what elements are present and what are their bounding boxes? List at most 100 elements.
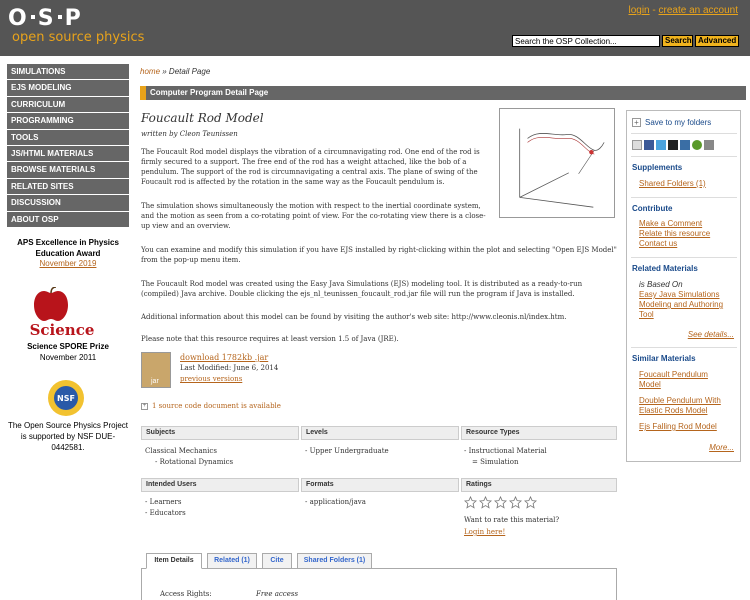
description-paragraph-5: Additional information about this model … [141, 313, 567, 321]
resource-author: written by Cleon Teunissen [141, 130, 238, 138]
aps-award-title: APS Excellence in Physics Education Awar… [17, 238, 119, 258]
related-materials-heading: Related Materials [632, 264, 698, 273]
see-details-link[interactable]: See details... [688, 330, 734, 339]
breadcrumb: home » Detail Page [140, 67, 210, 76]
nav-item-simulations[interactable]: SIMULATIONS [7, 64, 129, 81]
nav-item-programming[interactable]: PROGRAMMING [7, 113, 129, 130]
resource-type-item[interactable]: - Instructional Material [464, 446, 547, 456]
contact-us-link[interactable]: Contact us [639, 239, 677, 249]
tab-item-details[interactable]: Item Details [146, 553, 202, 569]
nav-item-discussion[interactable]: DISCUSSION [7, 195, 129, 212]
level-item[interactable]: - Upper Undergraduate [305, 446, 389, 456]
nav-item-curriculum[interactable]: CURRICULUM [7, 96, 129, 114]
advanced-search-button[interactable]: Advanced [695, 35, 739, 47]
resource-type-item[interactable]: = Simulation [472, 457, 518, 467]
similar-materials-heading: Similar Materials [632, 354, 696, 363]
star-icon[interactable] [509, 496, 522, 509]
spore-prize-date: November 2011 [39, 353, 97, 362]
source-code-link[interactable]: 1 source code document is available [152, 402, 281, 410]
subjects-header: Subjects [141, 426, 299, 440]
save-plus-icon[interactable]: + [632, 118, 641, 127]
link-separator: - [649, 5, 659, 16]
stumbleupon-icon[interactable] [692, 140, 702, 150]
save-to-folders-link[interactable]: Save to my folders [645, 118, 711, 127]
tab-shared-folders[interactable]: Shared Folders (1) [297, 553, 372, 569]
science-logo-text: Science [30, 321, 95, 339]
format-item: - application/java [305, 498, 366, 506]
section-bar: Computer Program Detail Page [140, 86, 746, 100]
right-panel: + Save to my folders Supplements Shared … [626, 110, 741, 462]
nav-item-tools[interactable]: TOOLS [7, 129, 129, 146]
sidebar-nav: SIMULATIONS EJS MODELING CURRICULUM PROG… [7, 64, 129, 228]
nav-item-related-sites[interactable]: RELATED SITES [7, 178, 129, 196]
star-icon[interactable] [524, 496, 537, 509]
divider [631, 133, 737, 134]
make-comment-link[interactable]: Make a Comment [639, 219, 702, 229]
osp-logo-subtitle[interactable]: open source physics [12, 30, 144, 45]
tab-related[interactable]: Related (1) [207, 553, 257, 569]
login-here-link[interactable]: Login here! [464, 528, 505, 536]
account-links: login - create an account [628, 5, 738, 16]
access-rights-value: Free access [256, 590, 299, 598]
intended-user-item: - Learners [145, 498, 182, 506]
twitter-icon[interactable] [656, 140, 666, 150]
spore-prize-title: Science SPORE Prize [27, 342, 109, 351]
nav-item-js-html-materials[interactable]: JS/HTML MATERIALS [7, 145, 129, 163]
supplements-heading: Supplements [632, 163, 683, 172]
relate-resource-link[interactable]: Relate this resource [639, 229, 710, 239]
intended-users-header: Intended Users [141, 478, 299, 492]
aps-award-date-link[interactable]: November 2019 [7, 259, 129, 268]
digg-icon[interactable] [680, 140, 690, 150]
login-link[interactable]: login [628, 5, 649, 16]
subject-item[interactable]: Classical Mechanics [145, 446, 217, 456]
expand-plus-icon[interactable]: + [141, 403, 148, 410]
aps-date-text[interactable]: November 2019 [40, 259, 97, 268]
description-paragraph-1: The Foucault Rod model displays the vibr… [141, 148, 480, 186]
previous-versions-link[interactable]: previous versions [180, 375, 242, 383]
nav-item-browse-materials[interactable]: BROWSE MATERIALS [7, 162, 129, 179]
star-icon[interactable] [494, 496, 507, 509]
description-paragraph-4: The Foucault Rod model was created using… [141, 280, 583, 298]
resource-types-header: Resource Types [461, 426, 617, 440]
simulation-thumbnail[interactable] [499, 108, 615, 218]
facebook-icon[interactable] [644, 140, 654, 150]
more-link[interactable]: More... [709, 443, 734, 452]
nav-item-ejs-modeling[interactable]: EJS MODELING [7, 80, 129, 97]
rating-stars[interactable] [464, 496, 539, 511]
levels-header: Levels [301, 426, 459, 440]
star-icon[interactable] [479, 496, 492, 509]
related-material-link[interactable]: Easy Java Simulations Modeling and Autho… [639, 290, 735, 320]
intended-user-item: - Educators [145, 509, 186, 517]
access-rights-label: Access Rights: [160, 590, 212, 598]
site-header: OSP open source physics login - create a… [0, 0, 750, 56]
divider [631, 257, 737, 258]
delicious-icon[interactable] [668, 140, 678, 150]
breadcrumb-separator: » [160, 67, 169, 76]
download-link[interactable]: download 1782kb .jar [180, 353, 268, 362]
similar-material-link[interactable]: Double Pendulum With Elastic Rods Model [639, 396, 739, 416]
description-paragraph-2: The simulation shows simultaneously the … [141, 202, 486, 230]
jar-file-icon[interactable]: jar [141, 352, 171, 388]
osp-logo[interactable]: OSP [8, 6, 82, 31]
email-icon[interactable] [704, 140, 714, 150]
search-button[interactable]: Search [662, 35, 693, 47]
tab-cite[interactable]: Cite [262, 553, 292, 569]
create-account-link[interactable]: create an account [659, 5, 739, 16]
description-paragraph-3: You can examine and modify this simulati… [141, 246, 617, 264]
nav-item-about-osp[interactable]: ABOUT OSP [7, 211, 129, 228]
nsf-logo-text: NSF [57, 394, 75, 403]
similar-material-link[interactable]: Foucault Pendulum Model [639, 370, 729, 390]
star-icon[interactable] [464, 496, 477, 509]
search-input[interactable] [512, 35, 660, 47]
formats-header: Formats [301, 478, 459, 492]
share-icons [632, 140, 716, 150]
nsf-logo[interactable]: NSF [47, 379, 85, 417]
share-plus-icon[interactable] [632, 140, 642, 150]
last-modified: Last Modified: June 6, 2014 [180, 364, 279, 372]
breadcrumb-home[interactable]: home [140, 67, 160, 76]
ratings-header: Ratings [461, 478, 617, 492]
subject-item[interactable]: - Rotational Dynamics [155, 457, 233, 467]
item-details-panel [141, 568, 617, 600]
shared-folders-link[interactable]: Shared Folders (1) [639, 179, 706, 189]
similar-material-link[interactable]: Ejs Falling Rod Model [639, 422, 739, 432]
